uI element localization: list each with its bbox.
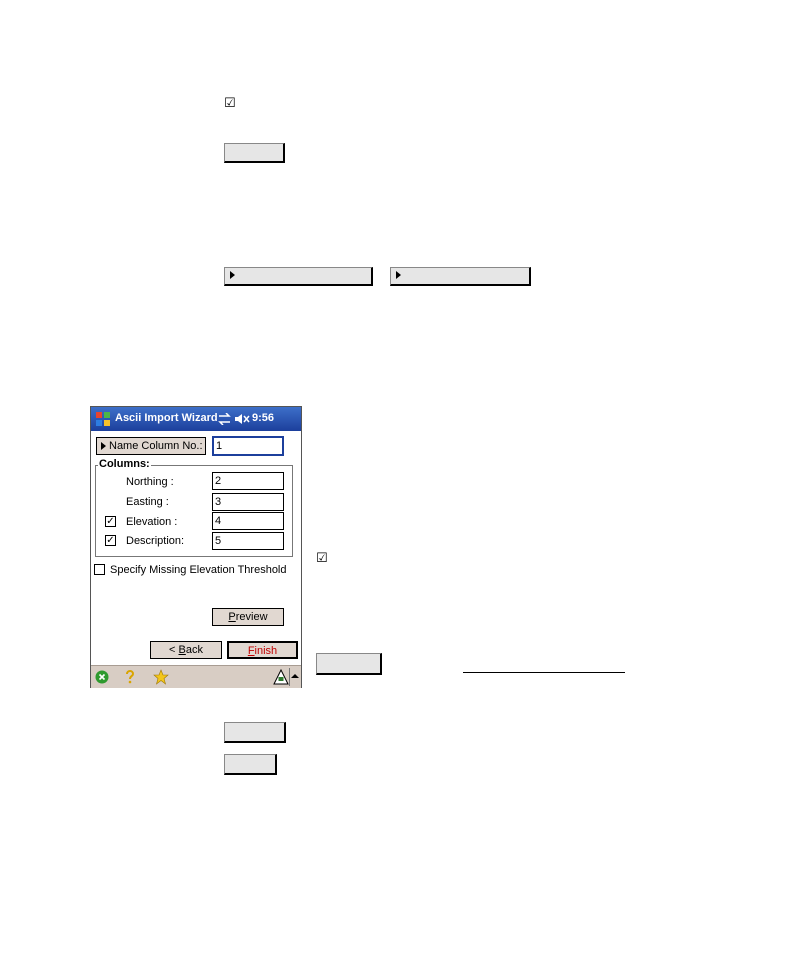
connectivity-icon[interactable] <box>218 413 231 425</box>
title-bar: Ascii Import Wizard 9:56 <box>91 407 301 431</box>
name-column-input[interactable]: 1 <box>212 436 284 456</box>
command-bar-divider <box>289 668 290 686</box>
close-icon[interactable] <box>95 670 109 684</box>
clock-time[interactable]: 9:56 <box>252 412 274 424</box>
dropdown-button-graphic-1 <box>224 267 373 286</box>
elevation-checkbox[interactable]: ✓ <box>105 516 116 527</box>
checkbox-symbol-icon: ☑ <box>224 96 236 111</box>
name-column-label: Name Column No.: <box>109 440 203 452</box>
preview-button-label: Preview <box>228 611 268 623</box>
underline-blank <box>463 672 625 673</box>
columns-group-label: Columns: <box>98 458 151 470</box>
speaker-muted-icon[interactable] <box>234 413 250 425</box>
back-button-label: < Back <box>169 644 203 656</box>
right-triangle-icon <box>101 442 106 450</box>
back-button[interactable]: < Back <box>150 641 222 659</box>
blank-button-graphic <box>316 653 382 675</box>
missing-elevation-checkbox[interactable] <box>94 564 105 575</box>
northing-label: Northing : <box>126 476 174 488</box>
right-triangle-icon <box>396 271 401 279</box>
elevation-input[interactable]: 4 <box>212 512 284 530</box>
finish-button-label: Finish <box>247 645 278 657</box>
description-input[interactable]: 5 <box>212 532 284 550</box>
blank-button-graphic <box>224 754 277 775</box>
windows-flag-icon[interactable] <box>94 410 112 428</box>
pocketpc-screen: Ascii Import Wizard 9:56 Name Column No.… <box>90 406 302 688</box>
help-icon[interactable] <box>124 669 136 685</box>
blank-button-graphic <box>224 722 286 743</box>
command-bar <box>91 665 301 688</box>
finish-button[interactable]: Finish <box>227 641 298 659</box>
preview-button[interactable]: Preview <box>212 608 284 626</box>
window-title: Ascii Import Wizard <box>115 412 218 424</box>
description-label: Description: <box>126 535 185 547</box>
input-panel-icon[interactable] <box>273 669 289 685</box>
checkbox-symbol-icon: ☑ <box>316 551 328 566</box>
missing-elevation-label: Specify Missing Elevation Threshold <box>110 564 287 576</box>
name-column-button[interactable]: Name Column No.: <box>96 437 206 455</box>
up-arrow-icon[interactable] <box>291 673 299 679</box>
northing-input[interactable]: 2 <box>212 472 284 490</box>
blank-button-graphic <box>224 143 285 163</box>
right-triangle-icon <box>230 271 235 279</box>
description-checkbox[interactable]: ✓ <box>105 535 116 546</box>
elevation-label: Elevation : <box>126 516 178 528</box>
easting-label: Easting : <box>126 496 169 508</box>
dropdown-button-graphic-2 <box>390 267 531 286</box>
favorites-icon[interactable] <box>153 669 169 685</box>
easting-input[interactable]: 3 <box>212 493 284 511</box>
